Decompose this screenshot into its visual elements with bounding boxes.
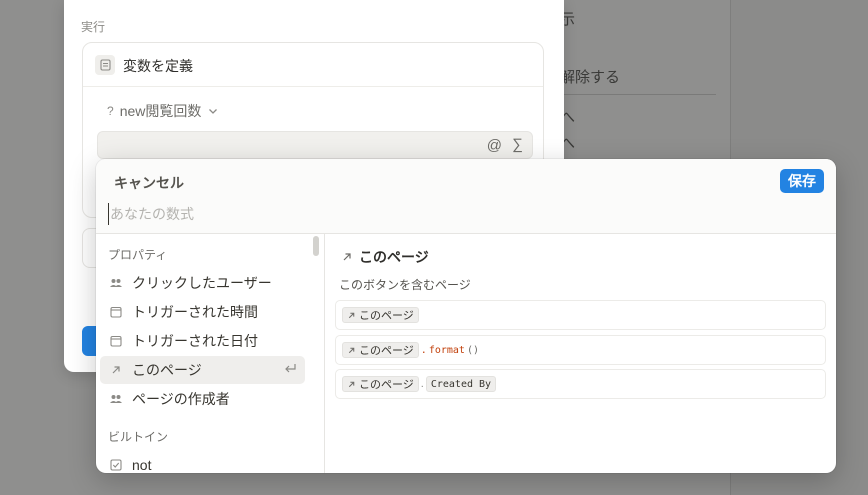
arrow-up-right-icon xyxy=(348,347,355,353)
arrow-up-right-icon xyxy=(348,312,355,318)
property-chip: Created By xyxy=(425,376,497,392)
property-chip: このページ xyxy=(342,376,419,392)
detail-description: このボタンを含むページ xyxy=(339,278,471,292)
question-icon: ? xyxy=(107,104,114,118)
sigma-icon[interactable]: ∑ xyxy=(512,136,523,153)
chip-label: このページ xyxy=(359,310,414,322)
section-label: 実行 xyxy=(81,20,106,34)
list-item[interactable]: トリガーされた日付 xyxy=(100,327,305,355)
chip-label: このページ xyxy=(359,379,414,391)
calendar-icon xyxy=(100,335,132,347)
detail-title: このページ xyxy=(341,247,429,267)
action-title: 変数を定義 xyxy=(123,58,193,74)
code-parens: () xyxy=(466,344,479,356)
arrow-up-right-icon xyxy=(348,381,355,387)
list-item[interactable]: クリックしたユーザー xyxy=(100,269,305,297)
cancel-button[interactable]: キャンセル xyxy=(114,173,184,193)
list-item[interactable]: not xyxy=(100,451,305,473)
list-item[interactable]: トリガーされた時間 xyxy=(100,298,305,326)
variable-formula-input[interactable]: @ ∑ xyxy=(97,131,533,159)
variable-name: new閲覧回数 xyxy=(119,103,202,119)
formula-editor-popup: キャンセル 保存 プロパティ クリックしたユーザー トリガーされた時間 トリガー… xyxy=(96,159,836,473)
code-function: format xyxy=(428,344,465,356)
formula-editor-header: キャンセル 保存 xyxy=(96,159,836,234)
scrollbar[interactable] xyxy=(313,236,319,256)
list-item-label: トリガーされた時間 xyxy=(132,304,258,320)
group-label-builtin: ビルトイン xyxy=(108,430,169,444)
code-dot: . xyxy=(420,378,424,390)
variable-name-selector[interactable]: ? new閲覧回数 xyxy=(107,101,219,121)
list-item-label: トリガーされた日付 xyxy=(132,333,258,349)
background-divider xyxy=(560,94,716,95)
property-chip: このページ xyxy=(342,342,419,358)
list-item-label: ページの作成者 xyxy=(132,391,230,407)
document-icon xyxy=(95,55,115,75)
arrow-up-right-icon xyxy=(100,364,132,376)
suggestion-list: プロパティ クリックしたユーザー トリガーされた時間 トリガーされた日付 このペ… xyxy=(96,234,325,473)
calendar-icon xyxy=(100,306,132,318)
save-button[interactable]: 保存 xyxy=(780,169,824,193)
checkbox-icon xyxy=(100,459,132,471)
property-chip: このページ xyxy=(342,307,419,323)
list-item[interactable]: ページの作成者 xyxy=(100,385,305,413)
formula-input[interactable] xyxy=(108,203,708,225)
example-row[interactable]: このページ . Created By xyxy=(335,369,826,399)
enter-key-icon xyxy=(283,361,297,377)
list-item-selected[interactable]: このページ xyxy=(100,356,305,384)
example-row[interactable]: このページ xyxy=(335,300,826,330)
mention-icon[interactable]: @ xyxy=(487,137,502,154)
background-text: 解除する xyxy=(560,69,621,86)
example-row[interactable]: このページ . format () xyxy=(335,335,826,365)
action-card-header[interactable]: 変数を定義 xyxy=(83,43,543,87)
list-item-label: クリックしたユーザー xyxy=(132,275,272,291)
group-label-properties: プロパティ xyxy=(108,248,168,262)
chevron-down-icon xyxy=(209,109,218,114)
arrow-up-right-icon xyxy=(343,253,351,261)
code-dot: . xyxy=(420,344,427,356)
chip-label: このページ xyxy=(359,345,414,357)
list-item-label: このページ xyxy=(132,362,202,378)
detail-title-text: このページ xyxy=(359,249,429,265)
people-icon xyxy=(100,393,132,405)
list-item-label: not xyxy=(132,457,152,473)
detail-pane: このページ このボタンを含むページ このページ このページ . format (… xyxy=(325,234,836,473)
people-icon xyxy=(100,277,132,289)
